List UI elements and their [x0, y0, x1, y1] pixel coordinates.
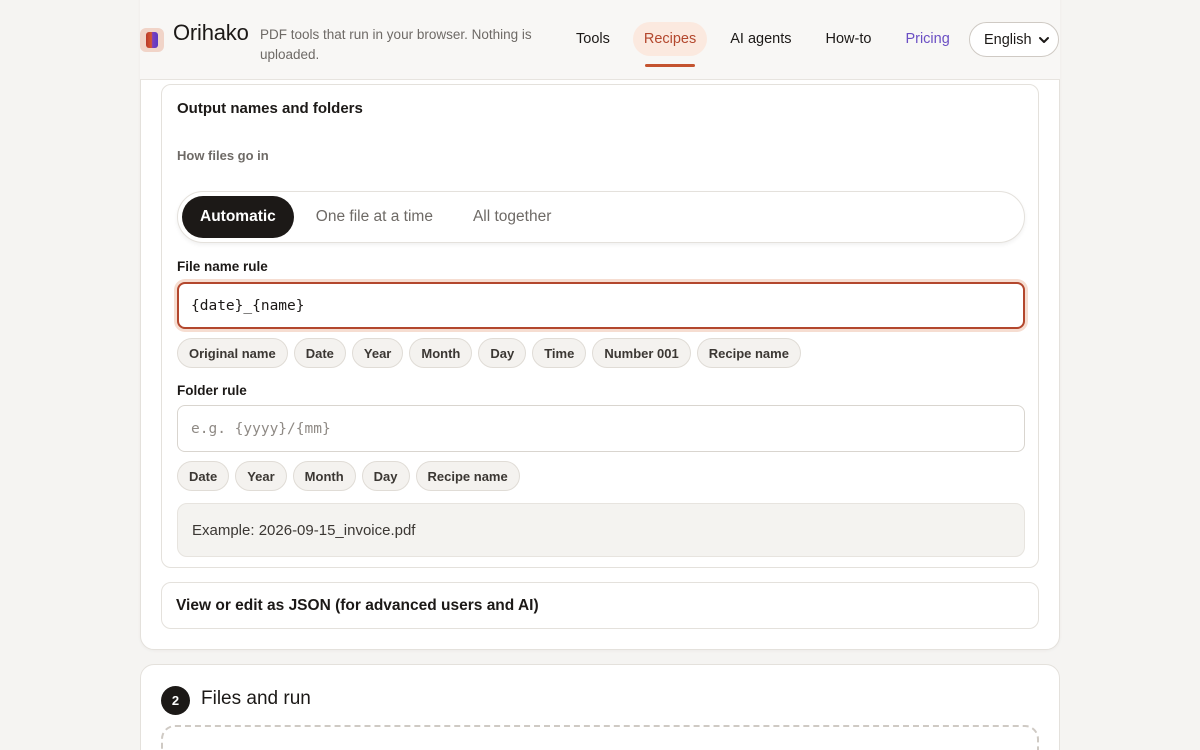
- json-editor-toggle[interactable]: View or edit as JSON (for advanced users…: [161, 582, 1039, 629]
- language-select[interactable]: English: [969, 22, 1059, 57]
- nav-ai-agents[interactable]: AI agents: [719, 22, 802, 56]
- nav-how-to[interactable]: How-to: [815, 22, 883, 56]
- nav-pricing[interactable]: Pricing: [894, 22, 960, 56]
- brand-name[interactable]: Orihako: [173, 20, 249, 46]
- folder-chips: Date Year Month Day Recipe name: [177, 461, 520, 491]
- nav-tools[interactable]: Tools: [565, 22, 621, 56]
- language-value: English: [984, 31, 1032, 48]
- chevron-down-icon: [1039, 37, 1049, 43]
- file-name-rule-input[interactable]: [177, 282, 1025, 329]
- folder-chip-recipe-name[interactable]: Recipe name: [415, 461, 520, 491]
- chip-date[interactable]: Date: [293, 338, 346, 368]
- example-output: Example: 2026-09-15_invoice.pdf: [177, 503, 1025, 557]
- mode-automatic[interactable]: Automatic: [182, 196, 294, 238]
- chip-month[interactable]: Month: [409, 338, 473, 368]
- file-name-chips: Original name Date Year Month Day Time N…: [177, 338, 801, 368]
- file-name-rule-label: File name rule: [177, 259, 268, 274]
- mode-segmented-control: Automatic One file at a time All togethe…: [177, 191, 1025, 243]
- tagline: PDF tools that run in your browser. Noth…: [260, 27, 532, 62]
- mode-one-at-a-time[interactable]: One file at a time: [298, 196, 451, 238]
- folder-chip-date[interactable]: Date: [177, 461, 230, 491]
- folder-rule-input[interactable]: [177, 405, 1025, 452]
- mode-label: How files go in: [177, 148, 269, 163]
- chip-original-name[interactable]: Original name: [177, 338, 288, 368]
- section-title: Output names and folders: [177, 100, 363, 117]
- chip-day[interactable]: Day: [478, 338, 527, 368]
- chip-year[interactable]: Year: [351, 338, 404, 368]
- folder-chip-year[interactable]: Year: [235, 461, 287, 491]
- chip-recipe-name[interactable]: Recipe name: [696, 338, 801, 368]
- chip-time[interactable]: Time: [532, 338, 587, 368]
- step-title: Files and run: [201, 688, 311, 709]
- site-header: Orihako PDF tools that run in your brows…: [140, 0, 1060, 80]
- step-number-badge: 2: [161, 686, 190, 715]
- output-names-section: Output names and folders How files go in…: [161, 84, 1039, 568]
- main-nav: Tools Recipes AI agents How-to Pricing: [565, 22, 961, 67]
- file-dropzone[interactable]: [161, 725, 1039, 750]
- folder-rule-label: Folder rule: [177, 383, 247, 398]
- chip-number-001[interactable]: Number 001: [592, 338, 691, 368]
- nav-recipes[interactable]: Recipes: [632, 22, 708, 67]
- logo-icon[interactable]: [140, 28, 164, 52]
- folder-chip-day[interactable]: Day: [361, 461, 410, 491]
- mode-all-together[interactable]: All together: [455, 196, 569, 238]
- folder-chip-month[interactable]: Month: [292, 461, 356, 491]
